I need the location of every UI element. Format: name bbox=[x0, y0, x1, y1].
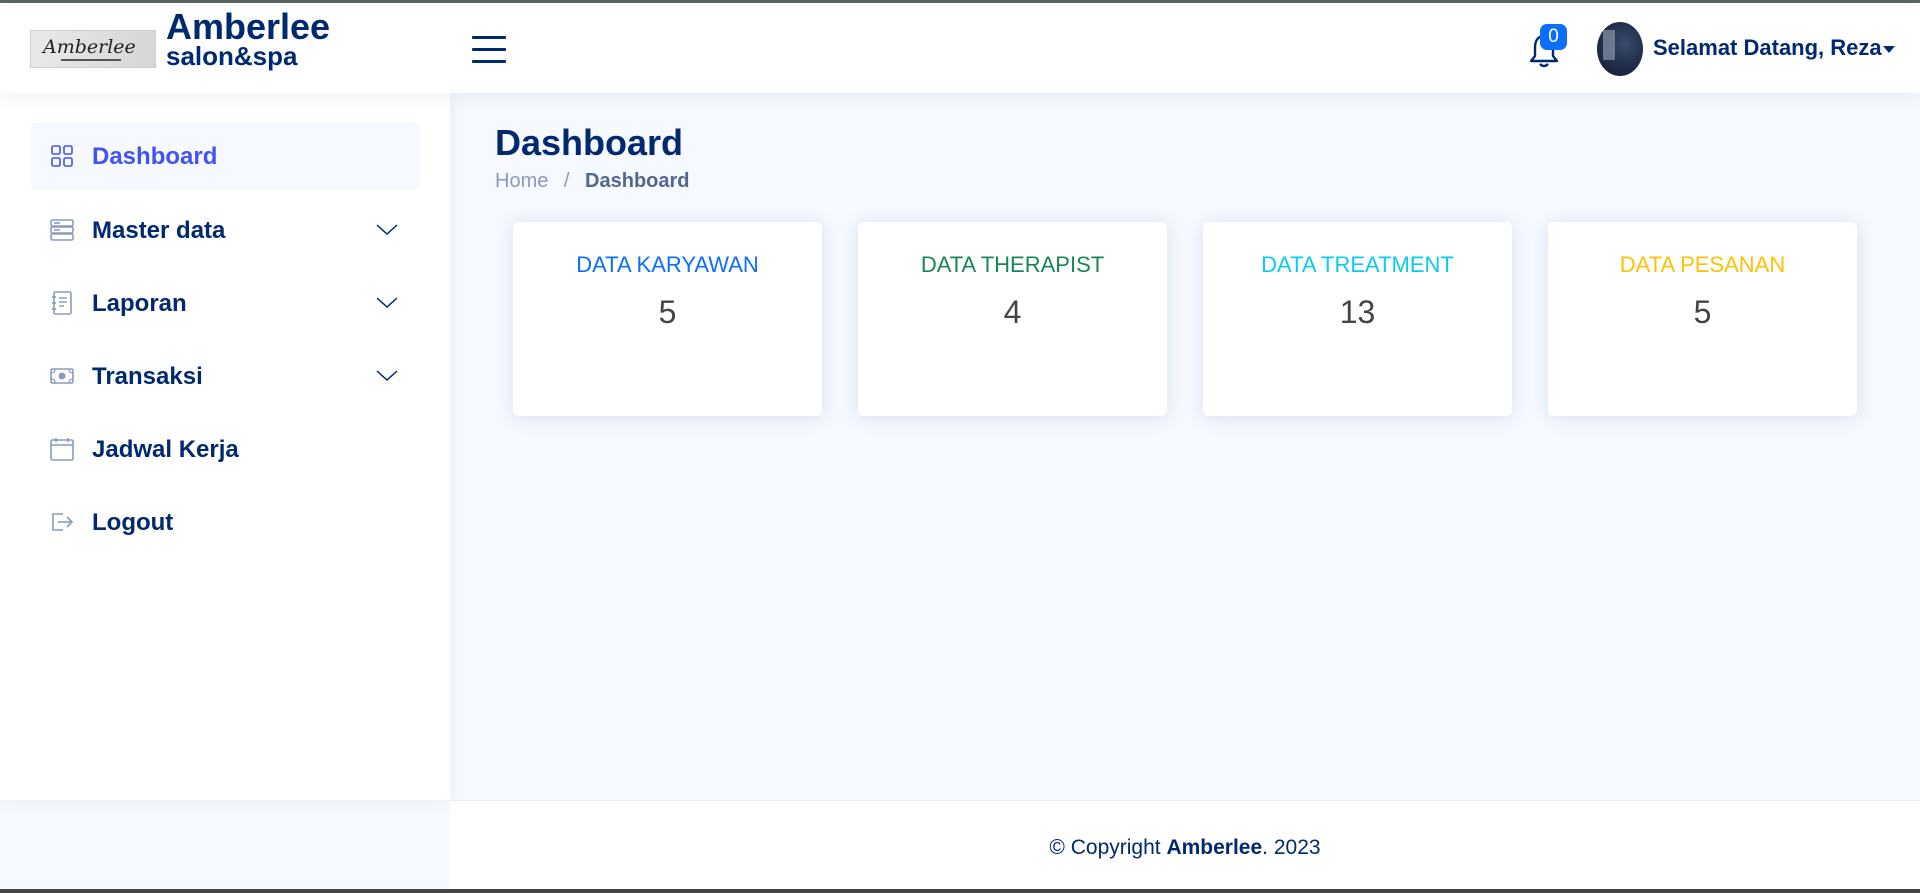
sidebar-item-laporan[interactable]: Laporan bbox=[30, 270, 420, 336]
card-data-pesanan[interactable]: DATA PESANAN 5 bbox=[1548, 222, 1857, 416]
sidebar-item-label: Laporan bbox=[92, 290, 187, 317]
sidebar-item-label: Master data bbox=[92, 217, 226, 244]
breadcrumb-home[interactable]: Home bbox=[495, 170, 548, 192]
brand-title: Amberlee bbox=[166, 6, 331, 47]
card-value: 13 bbox=[1339, 294, 1376, 330]
sidebar-item-label: Transaksi bbox=[92, 363, 203, 390]
sidebar-item-label: Logout bbox=[92, 509, 174, 536]
chevron-down-icon bbox=[376, 224, 398, 236]
brand[interactable]: Amberlee salon&spa bbox=[166, 6, 331, 70]
card-value: 4 bbox=[1003, 294, 1022, 330]
card-title: DATA THERAPIST bbox=[920, 252, 1105, 277]
top-header: Amberlee Amberlee salon&spa 0 Selamat Da… bbox=[0, 3, 1920, 93]
logo-image[interactable]: Amberlee bbox=[30, 30, 156, 68]
card-data-treatment[interactable]: DATA TREATMENT 13 bbox=[1203, 222, 1512, 416]
sidebar-item-label: Dashboard bbox=[92, 143, 218, 170]
page-title: Dashboard bbox=[495, 122, 684, 163]
server-icon bbox=[50, 219, 74, 241]
logout-icon bbox=[52, 513, 74, 531]
breadcrumb-current: Dashboard bbox=[585, 170, 690, 192]
sidebar-item-label: Jadwal Kerja bbox=[92, 436, 239, 463]
footer: © Copyright Amberlee. 2023 bbox=[450, 800, 1920, 889]
sidebar: Dashboard Master data Laporan Transaksi … bbox=[0, 93, 450, 800]
breadcrumb: Home / Dashboard bbox=[495, 170, 690, 193]
sidebar-item-transaksi[interactable]: Transaksi bbox=[30, 343, 420, 409]
calendar-icon bbox=[50, 438, 74, 461]
sidebar-item-logout[interactable]: Logout bbox=[30, 489, 420, 555]
copyright-suffix: . 2023 bbox=[1262, 836, 1321, 859]
sidebar-item-dashboard[interactable]: Dashboard bbox=[30, 123, 420, 189]
card-value: 5 bbox=[1693, 294, 1712, 330]
sidebar-item-master-data[interactable]: Master data bbox=[30, 197, 420, 263]
card-data-karyawan[interactable]: DATA KARYAWAN 5 bbox=[513, 222, 822, 416]
chevron-down-icon bbox=[376, 370, 398, 382]
logo-script-text: Amberlee bbox=[43, 36, 136, 58]
chevron-down-icon bbox=[376, 297, 398, 309]
toggle-sidebar-icon[interactable] bbox=[472, 36, 506, 64]
card-data-therapist[interactable]: DATA THERAPIST 4 bbox=[858, 222, 1167, 416]
notification-badge: 0 bbox=[1540, 24, 1567, 50]
grid-icon bbox=[51, 145, 73, 167]
sidebar-item-jadwal-kerja[interactable]: Jadwal Kerja bbox=[30, 416, 420, 482]
card-value: 5 bbox=[658, 294, 677, 330]
caret-down-icon[interactable] bbox=[1883, 46, 1895, 53]
card-title: DATA TREATMENT bbox=[1261, 252, 1454, 277]
journal-text-icon bbox=[52, 291, 72, 315]
user-greeting[interactable]: Selamat Datang, Reza bbox=[1653, 35, 1882, 61]
window-bottom-border bbox=[0, 889, 1920, 893]
card-title: DATA KARYAWAN bbox=[576, 252, 759, 277]
copyright-brand: Amberlee bbox=[1166, 836, 1263, 859]
avatar[interactable] bbox=[1597, 22, 1643, 76]
card-title: DATA PESANAN bbox=[1619, 252, 1786, 277]
breadcrumb-separator: / bbox=[563, 170, 570, 192]
copyright-text: © Copyright Amberlee. 2023 bbox=[450, 836, 1920, 860]
cash-icon bbox=[50, 368, 74, 384]
logo-underline bbox=[61, 59, 121, 61]
copyright-prefix: © Copyright bbox=[1049, 836, 1161, 859]
